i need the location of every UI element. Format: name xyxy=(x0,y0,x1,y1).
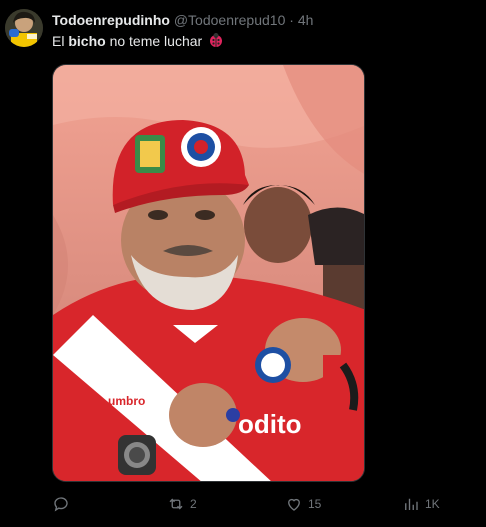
handle[interactable]: @Todoenrepud10 xyxy=(174,12,286,28)
ladybug-icon xyxy=(208,32,224,53)
retweet-button[interactable]: 2 xyxy=(167,493,197,515)
tweet-actions: 2 15 1K xyxy=(0,493,486,515)
photo-man-red-jersey: umbro odito xyxy=(53,65,364,481)
shirt-sponsor: odito xyxy=(238,409,302,439)
separator: · xyxy=(289,12,294,28)
reply-button[interactable] xyxy=(52,493,75,515)
shirt-brand: umbro xyxy=(108,394,145,408)
text-bold: bicho xyxy=(68,33,106,49)
views-chart-icon xyxy=(405,498,418,510)
text-before: El xyxy=(52,33,69,49)
timestamp[interactable]: 4h xyxy=(298,12,314,28)
reply-icon xyxy=(54,497,68,512)
tweet-text: El bicho no teme luchar xyxy=(52,31,224,53)
like-count: 15 xyxy=(308,497,322,511)
display-name[interactable]: Todoenrepudinho xyxy=(52,12,170,28)
heart-icon xyxy=(288,498,300,511)
views-button[interactable]: 1K xyxy=(402,493,440,515)
avatar[interactable] xyxy=(5,9,43,47)
tweet-image[interactable]: umbro odito xyxy=(52,64,365,482)
retweet-count: 2 xyxy=(190,497,197,511)
tweet-header: Todoenrepudinho @Todoenrepud10 · 4h xyxy=(52,10,476,30)
like-button[interactable]: 15 xyxy=(285,493,321,515)
views-count: 1K xyxy=(425,497,440,511)
avatar-image xyxy=(5,9,43,47)
text-after: no teme luchar xyxy=(105,33,203,49)
retweet-icon xyxy=(169,498,183,510)
